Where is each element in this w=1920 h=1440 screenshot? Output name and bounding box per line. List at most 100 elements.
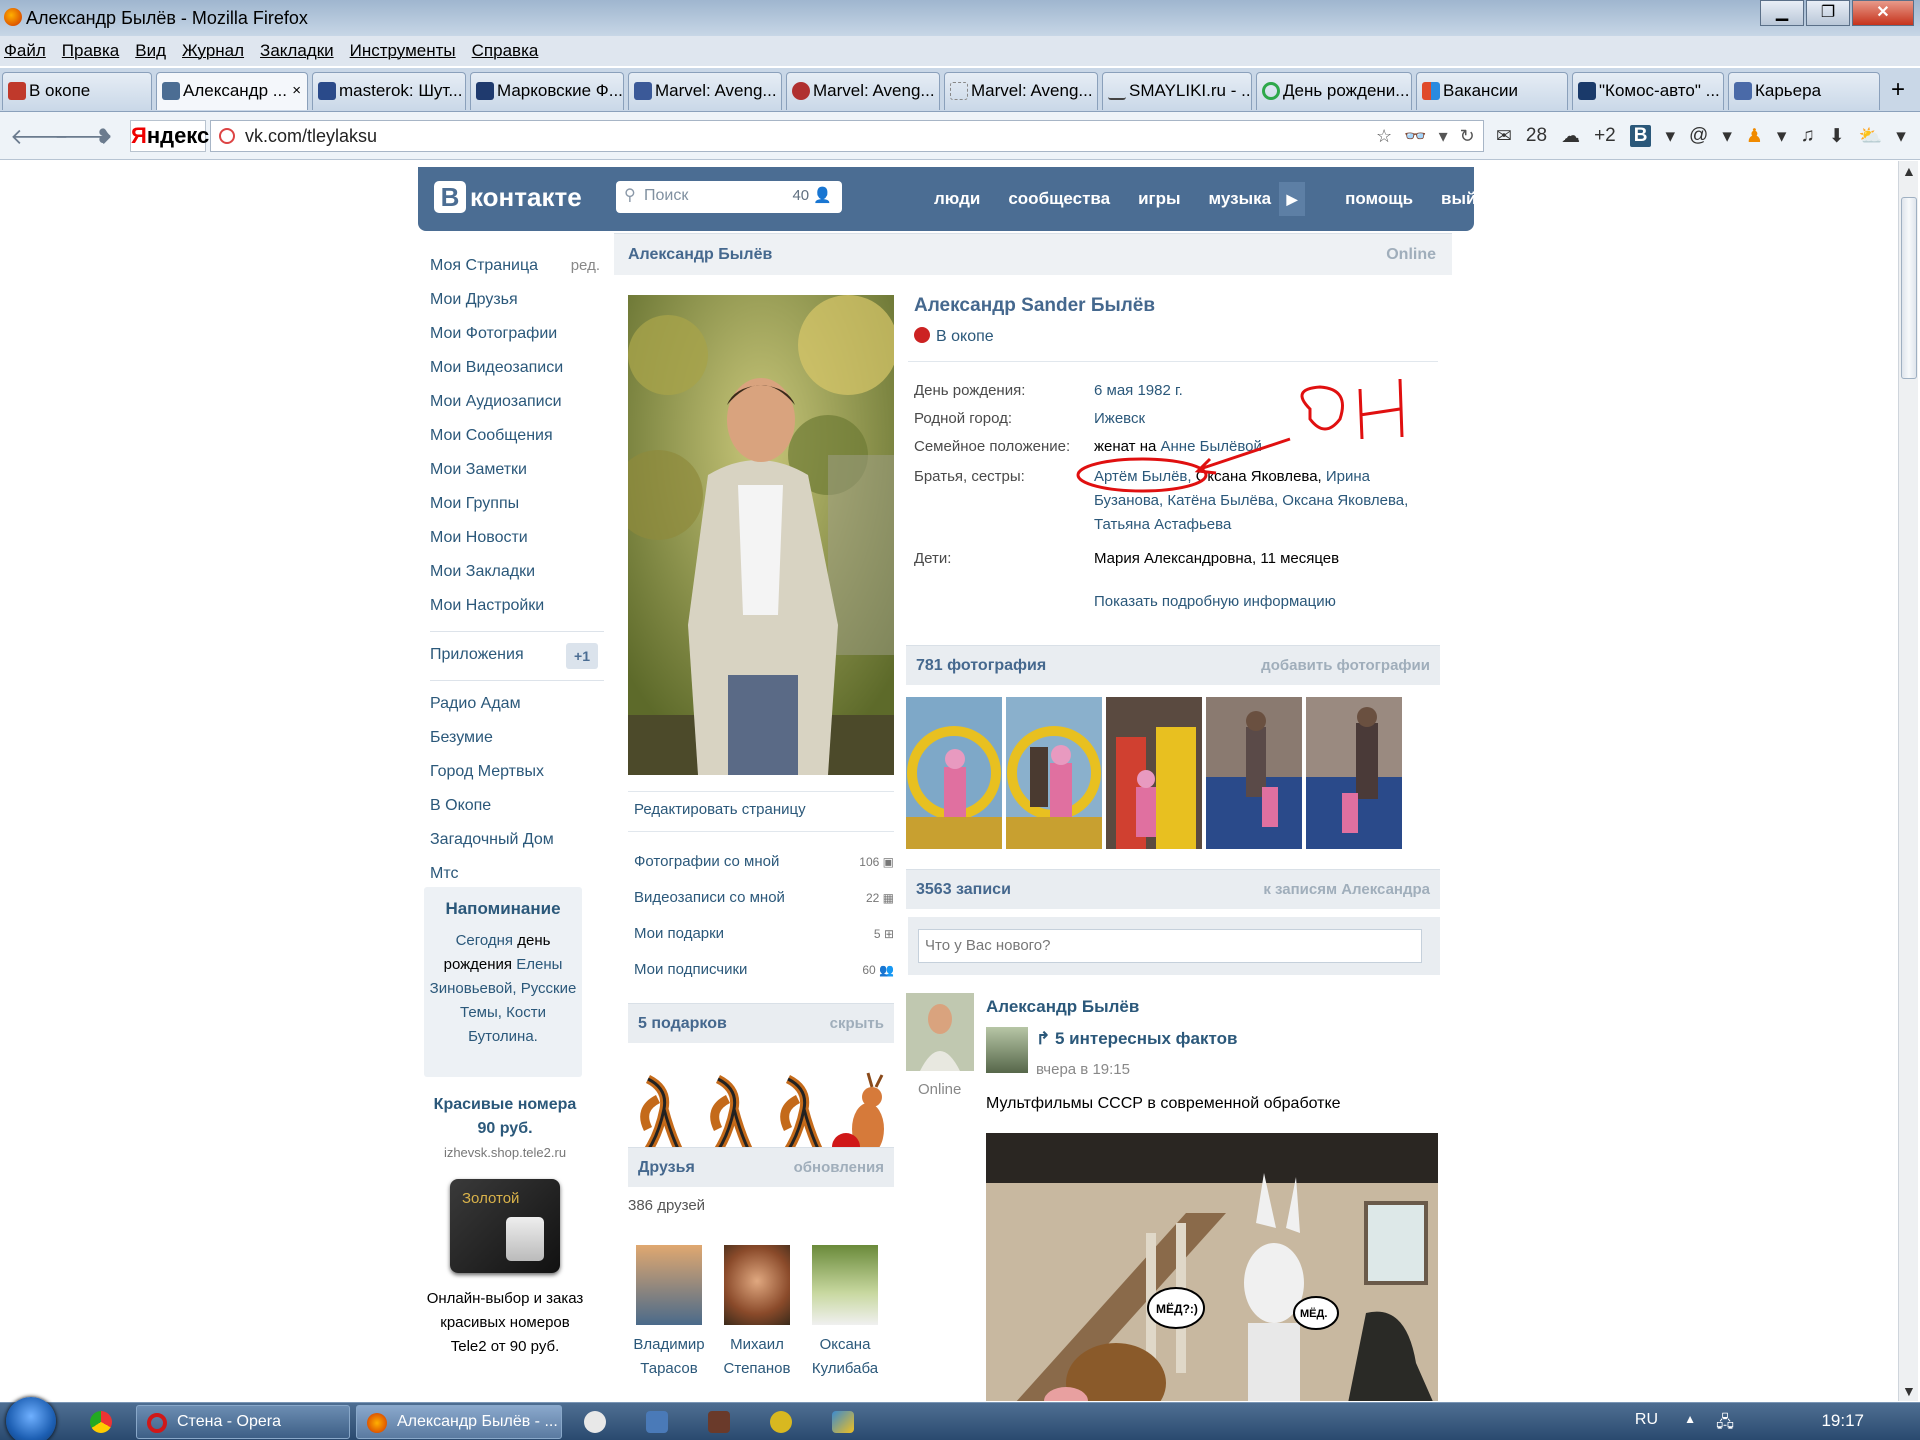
tab-marvel-2[interactable]: Marvel: Aveng...	[786, 72, 940, 110]
menu-apps[interactable]: Приложения +1	[430, 638, 600, 672]
gifts-count-link[interactable]: 5 подарков	[638, 1015, 727, 1033]
friend-last-name[interactable]: Тарасов	[626, 1357, 712, 1381]
window-app-icon[interactable]	[646, 1411, 668, 1433]
app-v-okope[interactable]: В Окопе	[430, 789, 600, 823]
hide-gifts-link[interactable]: скрыть	[830, 1015, 884, 1032]
menu-view[interactable]: Вид	[135, 41, 166, 61]
menu-my-settings[interactable]: Мои Настройки	[430, 589, 600, 623]
addon-icon[interactable]: ⛅	[1859, 124, 1883, 148]
taskbar-firefox[interactable]: Александр Былёв - ...	[356, 1405, 562, 1439]
reader-glasses-icon[interactable]: 👓	[1404, 126, 1426, 147]
app-bezumie[interactable]: Безумие	[430, 721, 600, 755]
chrome-icon[interactable]	[90, 1411, 112, 1433]
friend-avatar[interactable]	[812, 1245, 878, 1325]
photo-thumbnail[interactable]	[1006, 697, 1102, 849]
app-gorod-mertvyh[interactable]: Город Мертвых	[430, 755, 600, 789]
download-icon[interactable]: ⬇	[1829, 125, 1845, 148]
edit-link[interactable]: ред.	[571, 249, 600, 283]
photos-with-me-link[interactable]: Фотографии со мной	[634, 853, 779, 870]
friends-updates-link[interactable]: обновления	[794, 1159, 884, 1176]
reload-icon[interactable]: ↻	[1460, 126, 1475, 147]
friends-count[interactable]: 386 друзей	[628, 1197, 705, 1214]
menu-bookmarks[interactable]: Закладки	[260, 41, 334, 61]
scroll-down-icon[interactable]: ▼	[1902, 1383, 1916, 1399]
menu-my-news[interactable]: Мои Новости	[430, 521, 600, 555]
ad-block[interactable]: Красивые номера 90 руб. izhevsk.shop.tel…	[424, 1093, 586, 1359]
post-image[interactable]: МЁД?:) МЁД.	[986, 1133, 1438, 1401]
new-tab-button[interactable]: +	[1882, 76, 1914, 106]
dropdown-icon[interactable]: ▾	[1665, 125, 1675, 148]
weather-icon[interactable]: ☁	[1561, 125, 1580, 148]
dropdown-icon[interactable]: ▾	[1777, 125, 1787, 148]
url-bar[interactable]: vk.com/tleylaksu	[210, 120, 1484, 152]
birthday-link[interactable]: 6 мая 1982 г.	[1094, 379, 1424, 403]
vk-toolbar-button[interactable]: В	[1629, 125, 1652, 147]
mailru-icon[interactable]: @	[1689, 125, 1708, 147]
vk-logo[interactable]: В контакте	[434, 181, 582, 213]
friend-last-name[interactable]: Кулибаба	[802, 1357, 888, 1381]
post-author-avatar[interactable]	[906, 993, 974, 1071]
nav-people[interactable]: люди	[934, 189, 980, 209]
tab-komos-avto[interactable]: "Комос-авто" ...	[1572, 72, 1724, 110]
maximize-button[interactable]: ❐	[1806, 0, 1850, 26]
tray-expand-icon[interactable]: ▲	[1684, 1412, 1696, 1426]
menu-my-notes[interactable]: Мои Заметки	[430, 453, 600, 487]
friend-avatar[interactable]	[636, 1245, 702, 1325]
add-photos-link[interactable]: добавить фотографии	[1261, 657, 1430, 674]
menu-edit[interactable]: Правка	[62, 41, 119, 61]
profile-status[interactable]: В окопе	[914, 327, 994, 346]
page-scrollbar[interactable]: ▲ ▼	[1898, 161, 1918, 1401]
menu-my-videos[interactable]: Мои Видеозаписи	[430, 351, 600, 385]
friend-last-name[interactable]: Степанов	[714, 1357, 800, 1381]
sim-card-image[interactable]: Золотой	[450, 1179, 560, 1273]
media-app-icon[interactable]	[708, 1411, 730, 1433]
start-button[interactable]	[6, 1397, 56, 1440]
menu-my-page[interactable]: Моя Страница ред.	[430, 249, 600, 283]
nav-help[interactable]: помощь	[1345, 189, 1413, 209]
menu-my-messages[interactable]: Мои Сообщения	[430, 419, 600, 453]
tab-marvel-3[interactable]: Marvel: Aveng...	[944, 72, 1098, 110]
menu-my-bookmarks[interactable]: Мои Закладки	[430, 555, 600, 589]
wall-count-link[interactable]: 3563 записи	[916, 881, 1011, 899]
photo-thumbnail[interactable]	[1206, 697, 1302, 849]
url-dropdown-icon[interactable]: ▾	[1439, 126, 1448, 147]
bookmark-star-icon[interactable]: ☆	[1376, 126, 1392, 147]
scroll-up-icon[interactable]: ▲	[1902, 163, 1916, 179]
ad-url[interactable]: izhevsk.shop.tele2.ru	[424, 1141, 586, 1165]
photos-count-link[interactable]: 781 фотография	[916, 657, 1046, 675]
app-mts[interactable]: Мтс	[430, 857, 600, 891]
clock[interactable]: 19:17	[1821, 1411, 1864, 1431]
yandex-button[interactable]: Яндекс	[130, 120, 209, 152]
friend-card[interactable]: Владимир Тарасов	[626, 1245, 712, 1381]
utility-app-icon[interactable]	[770, 1411, 792, 1433]
minimize-button[interactable]: ▁	[1760, 0, 1804, 26]
hometown-link[interactable]: Ижевск	[1094, 407, 1424, 431]
repost-title[interactable]: ↱ 5 интересных фактов	[1036, 1029, 1237, 1049]
repost-date[interactable]: вчера в 19:15	[1036, 1061, 1130, 1078]
drive-app-icon[interactable]	[832, 1411, 854, 1433]
close-button[interactable]: ✕	[1852, 0, 1914, 26]
ad-title[interactable]: Красивые номера 90 руб.	[424, 1093, 586, 1141]
mail-icon[interactable]: ✉	[1496, 125, 1512, 148]
tab-aleksandr[interactable]: Александр ... ×	[156, 72, 308, 110]
nav-communities[interactable]: сообщества	[1008, 189, 1110, 209]
friend-avatar[interactable]	[724, 1245, 790, 1325]
menu-help[interactable]: Справка	[472, 41, 539, 61]
tab-close-icon[interactable]: ×	[292, 73, 301, 109]
friend-card[interactable]: Михаил Степанов	[714, 1245, 800, 1381]
nav-games[interactable]: игры	[1138, 189, 1180, 209]
repost-source-avatar[interactable]	[986, 1027, 1028, 1073]
nav-music[interactable]: музыка	[1209, 189, 1272, 209]
profile-photo[interactable]	[628, 295, 894, 775]
menu-my-friends[interactable]: Мои Друзья	[430, 283, 600, 317]
odnoklassniki-icon[interactable]: ♟	[1746, 125, 1763, 148]
show-details-link[interactable]: Показать подробную информацию	[1094, 593, 1336, 610]
music-play-icon[interactable]: ▶	[1279, 182, 1306, 216]
tab-smayliki[interactable]: SMAYLIKI.ru - ...	[1102, 72, 1252, 110]
language-indicator[interactable]: RU	[1635, 1411, 1658, 1429]
my-gifts-link[interactable]: Мои подарки	[634, 925, 724, 942]
tab-den-rozhdeniya[interactable]: День рождени...	[1256, 72, 1412, 110]
tab-marvel-1[interactable]: Marvel: Aveng...	[628, 72, 782, 110]
photo-thumbnail[interactable]	[1106, 697, 1202, 849]
menu-file[interactable]: Файл	[4, 41, 46, 61]
